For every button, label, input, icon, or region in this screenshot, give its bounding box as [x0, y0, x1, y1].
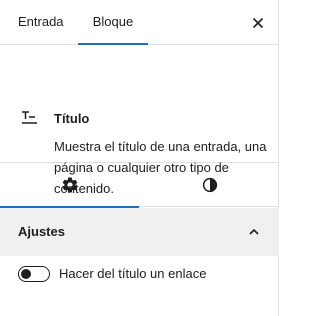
tab-settings[interactable] [0, 163, 139, 208]
tab-entrada[interactable]: Entrada [18, 0, 64, 45]
sidebar-header: Entrada Bloque [0, 0, 278, 45]
tab-styles[interactable] [140, 163, 279, 207]
title-icon [17, 107, 41, 131]
block-title: Título [54, 111, 90, 126]
settings-tabs [0, 163, 279, 208]
block-card: Título Muestra el título de una entrada,… [0, 45, 278, 196]
tab-bloque[interactable]: Bloque [78, 0, 148, 45]
gear-icon [62, 177, 77, 193]
block-inspector-sidebar: Entrada Bloque Título Muestra el título … [0, 0, 279, 316]
contrast-icon [202, 177, 217, 193]
chevron-up-icon [242, 220, 266, 244]
toggle-knob [21, 269, 31, 279]
close-icon [252, 17, 264, 29]
toggle-label: Hacer del título un enlace [59, 266, 207, 281]
close-button[interactable] [246, 11, 270, 35]
link-title-toggle[interactable] [18, 266, 50, 282]
panel-header-ajustes[interactable]: Ajustes [0, 208, 279, 256]
panel-title: Ajustes [18, 224, 65, 239]
link-title-toggle-row: Hacer del título un enlace [18, 264, 258, 284]
